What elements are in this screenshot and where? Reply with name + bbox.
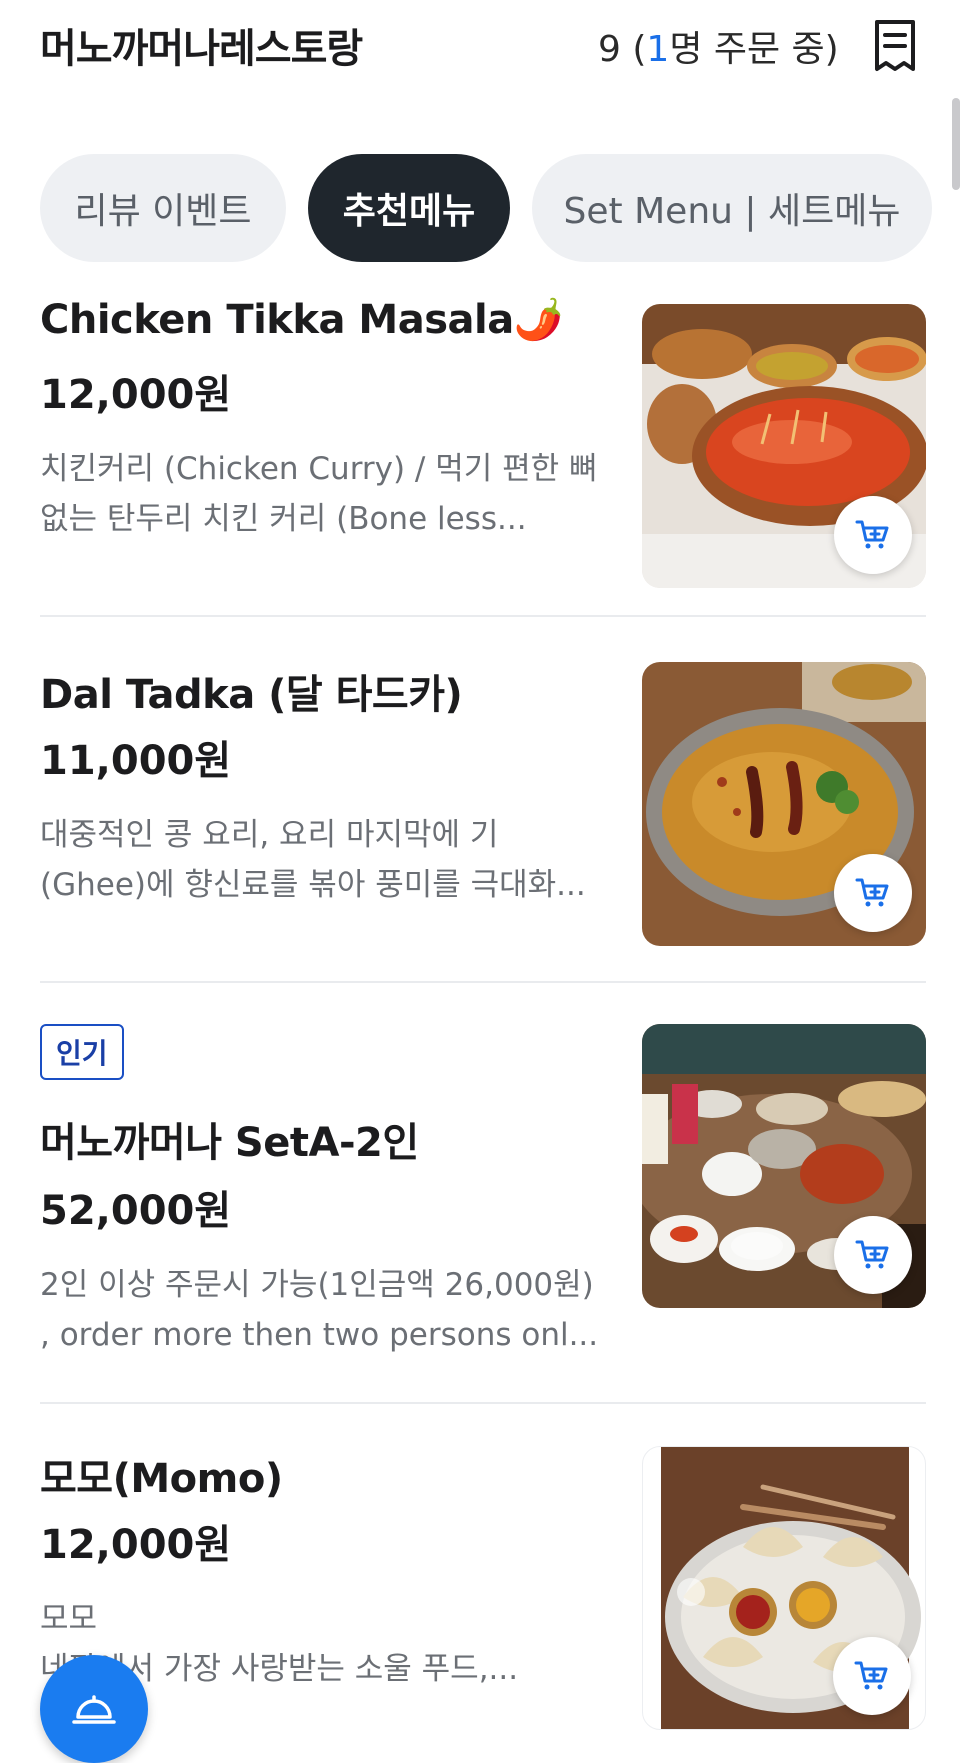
- desc-line: 치킨커리 (Chicken Curry) / 먹기 편한 뼈: [40, 451, 598, 487]
- tab-recommended[interactable]: 추천메뉴: [308, 154, 510, 262]
- menu-item-description: 대중적인 콩 요리, 요리 마지막에 기 (Ghee)에 향신료를 볶아 풍미를…: [40, 810, 605, 910]
- menu-item-title: Dal Tadka (달 타드카): [40, 672, 463, 718]
- menu-item-price: 52,000원: [40, 1188, 232, 1234]
- order-paren: (: [620, 29, 647, 70]
- order-count: 9: [598, 29, 621, 70]
- call-staff-button[interactable]: [40, 1655, 148, 1763]
- menu-item-description: 치킨커리 (Chicken Curry) / 먹기 편한 뼈 없는 탄두리 치킨…: [40, 444, 605, 544]
- order-status[interactable]: 9 (1명 주문 중): [598, 20, 839, 72]
- menu-item-dal-tadka[interactable]: Dal Tadka (달 타드카) 11,000원 대중적인 콩 요리, 요리 …: [40, 662, 926, 946]
- menu-item-price: 11,000원: [40, 738, 232, 784]
- desc-line: 대중적인 콩 요리, 요리 마지막에 기: [40, 817, 499, 853]
- desc-line: , order more then two persons onl...: [40, 1317, 599, 1353]
- menu-item-title: 머노까머나 SetA-2인: [40, 1120, 419, 1166]
- order-suffix: 명 주문 중): [669, 29, 839, 70]
- menu-item-title: 모모(Momo): [40, 1456, 283, 1502]
- tab-set-menu[interactable]: Set Menu | 세트메뉴: [532, 154, 932, 262]
- category-tabs: 리뷰 이벤트 추천메뉴 Set Menu | 세트메뉴: [0, 154, 966, 266]
- menu-item-title: Chicken Tikka Masala🌶️: [40, 297, 564, 343]
- receipt-icon[interactable]: [872, 18, 918, 74]
- momo-photo[interactable]: [642, 1446, 926, 1730]
- divider: [40, 1402, 926, 1404]
- menu-item-description: 2인 이상 주문시 가능(1인금액 26,000원) , order more …: [40, 1260, 605, 1360]
- dal-tadka-photo[interactable]: [642, 662, 926, 946]
- add-to-cart-button[interactable]: [834, 1216, 912, 1294]
- service-bell-icon: [72, 1695, 116, 1724]
- desc-line: 모모: [40, 1601, 98, 1637]
- desc-line: 없는 탄두리 치킨 커리 (Bone less...: [40, 501, 527, 537]
- divider: [40, 981, 926, 983]
- popular-badge: 인기: [40, 1024, 124, 1080]
- cart-plus-icon: [854, 1661, 888, 1690]
- menu-item-price: 12,000원: [40, 372, 232, 418]
- set-a-photo[interactable]: [642, 1024, 926, 1308]
- add-to-cart-button[interactable]: [833, 1637, 911, 1715]
- order-highlight-count: 1: [646, 29, 670, 70]
- tab-review-event[interactable]: 리뷰 이벤트: [40, 154, 286, 262]
- menu-item-set-a[interactable]: 인기 머노까머나 SetA-2인 52,000원 2인 이상 주문시 가능(1인…: [40, 1024, 926, 1353]
- top-bar: 머노까머나레스토랑 9 (1명 주문 중): [0, 0, 966, 100]
- add-to-cart-button[interactable]: [834, 854, 912, 932]
- store-name: 머노까머나레스토랑: [40, 26, 363, 72]
- chicken-curry-photo[interactable]: [642, 304, 926, 588]
- menu-item-momo[interactable]: 모모(Momo) 12,000원 모모 네팔에서 가장 사랑받는 소울 푸드,.…: [40, 1446, 926, 1730]
- divider: [40, 615, 926, 617]
- menu-item-price: 12,000원: [40, 1522, 232, 1568]
- desc-line: (Ghee)에 향신료를 볶아 풍미를 극대화...: [40, 867, 586, 903]
- cart-plus-icon: [855, 520, 889, 549]
- cart-plus-icon: [855, 1240, 889, 1269]
- desc-line: 2인 이상 주문시 가능(1인금액 26,000원): [40, 1267, 594, 1303]
- cart-plus-icon: [855, 878, 889, 907]
- add-to-cart-button[interactable]: [834, 496, 912, 574]
- menu-item-chicken-tikka[interactable]: Chicken Tikka Masala🌶️ 12,000원 치킨커리 (Chi…: [40, 296, 926, 588]
